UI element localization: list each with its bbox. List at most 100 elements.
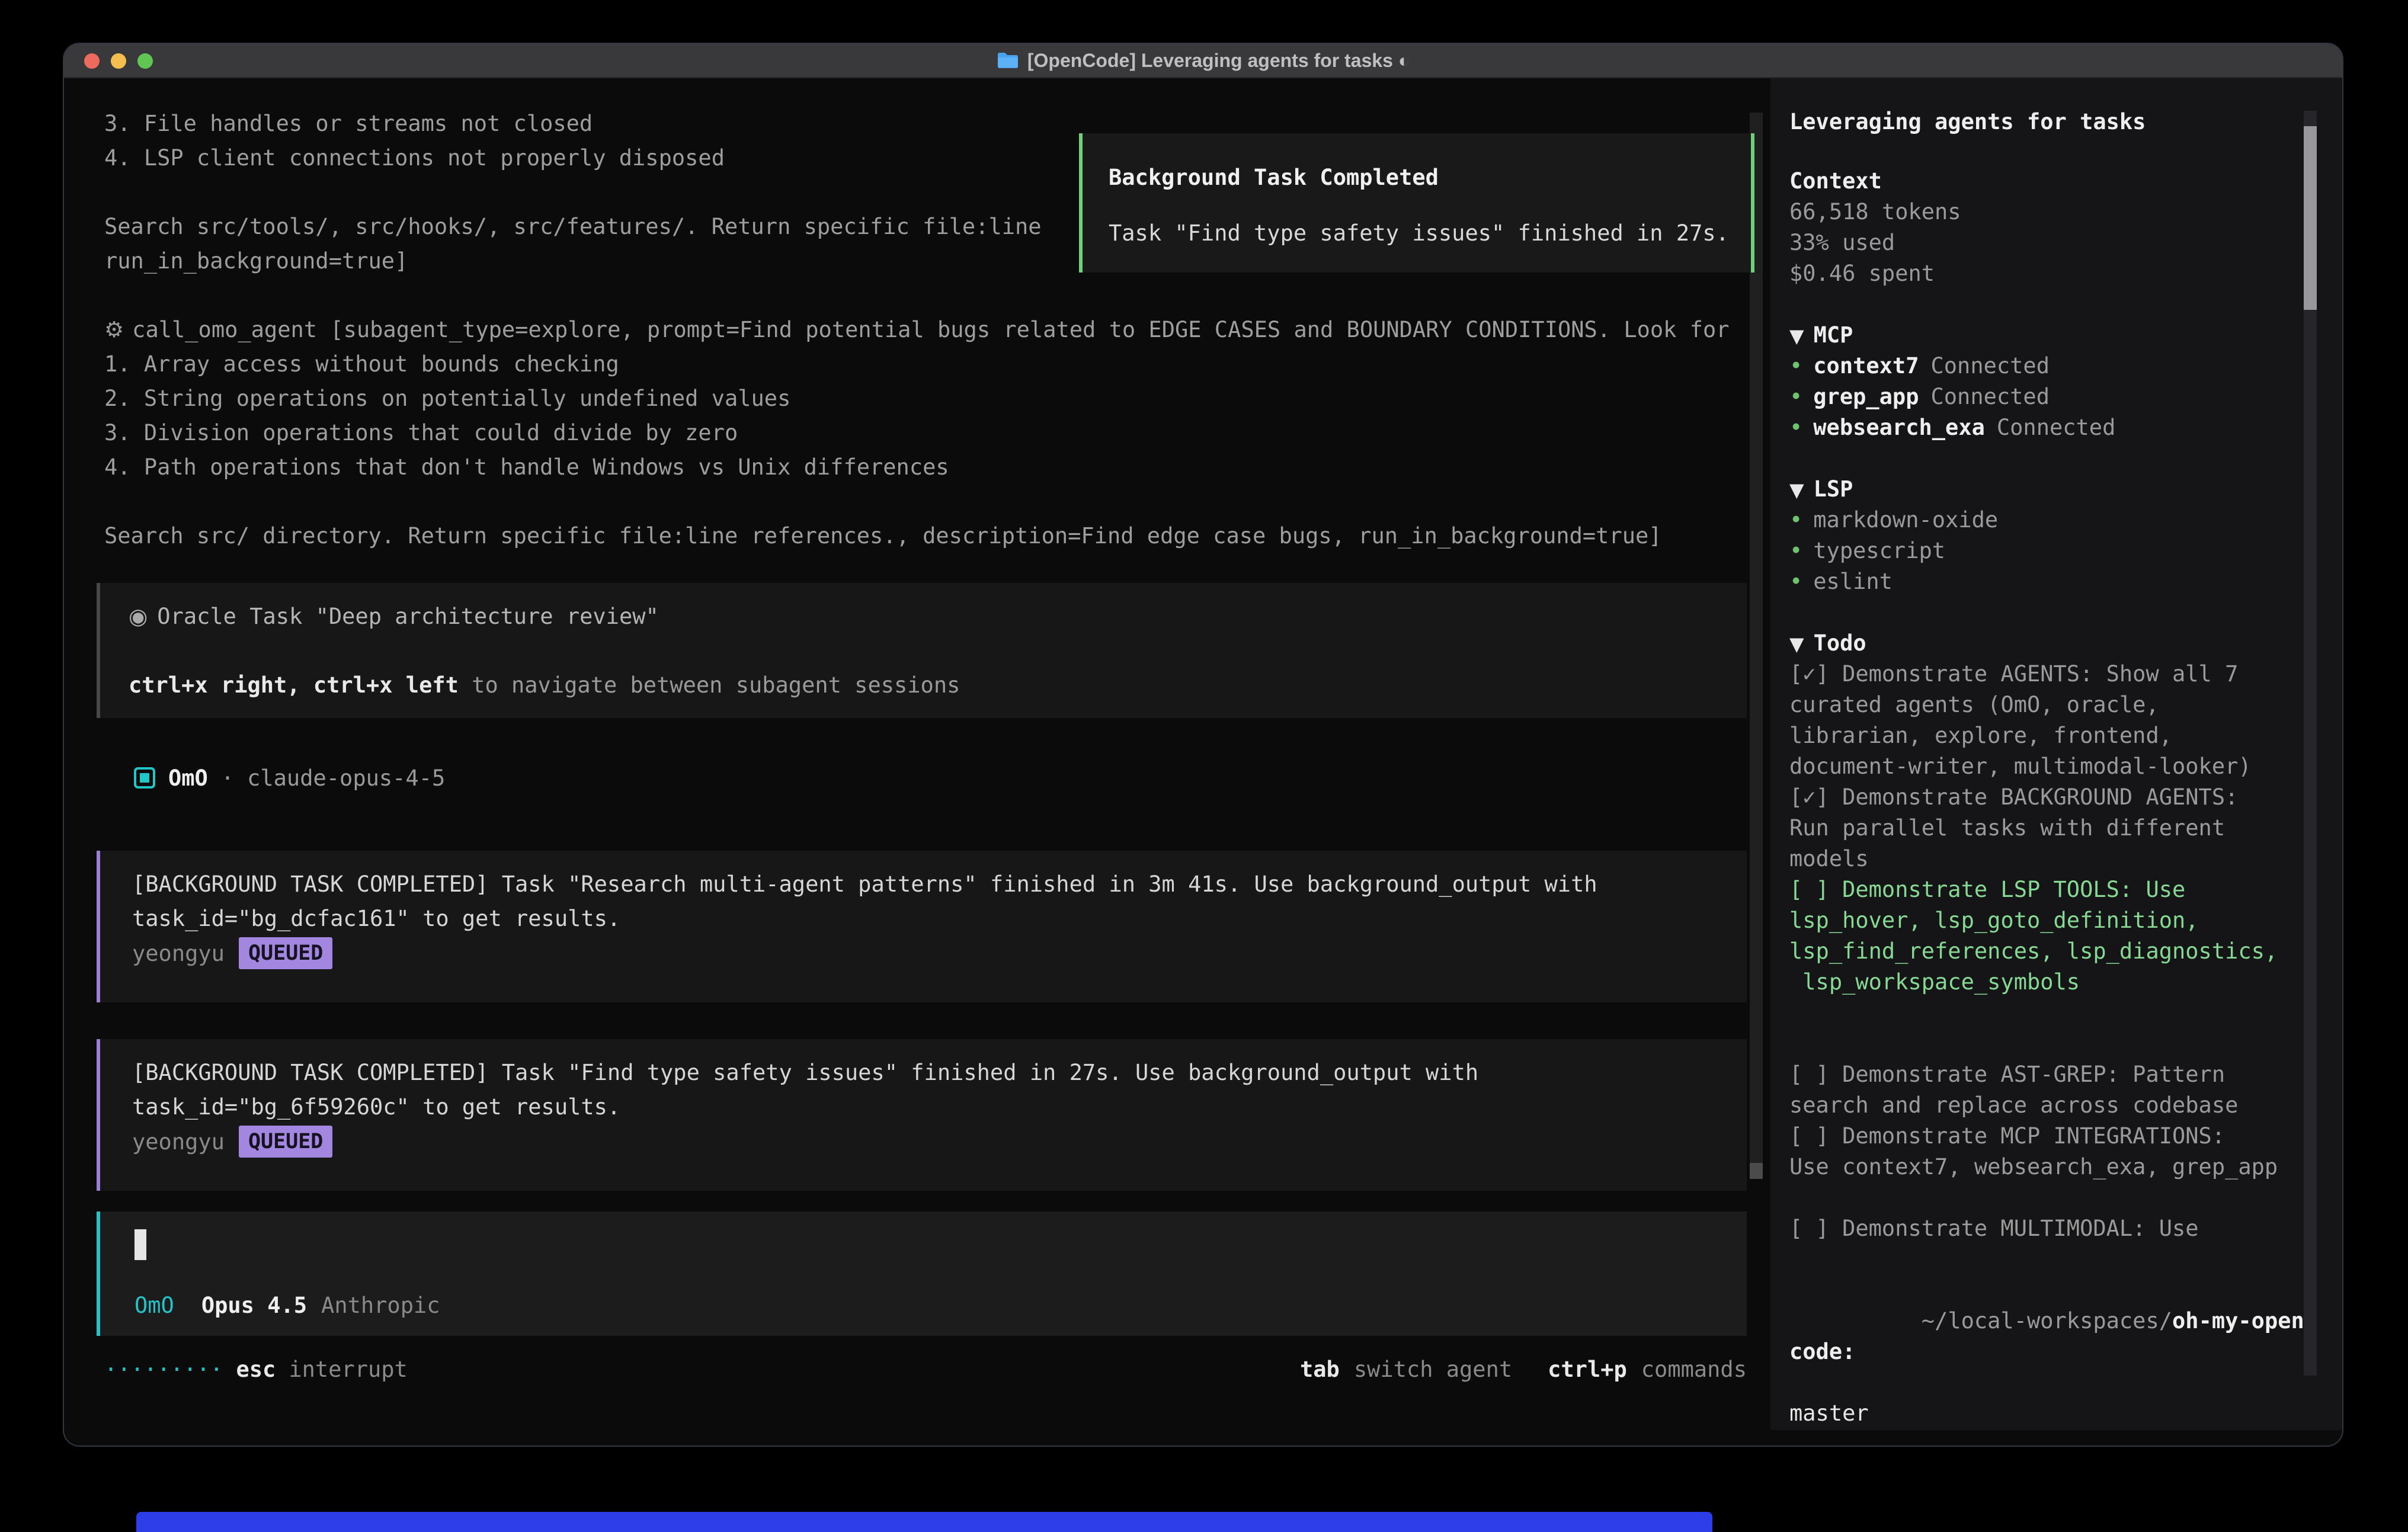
mcp-name: context7 <box>1813 353 1919 379</box>
log-line-blank <box>104 485 1770 519</box>
mcp-status: Connected <box>1931 353 2050 379</box>
lsp-item: • typescript <box>1789 536 2342 566</box>
task-line-1: [BACKGROUND TASK COMPLETED] Task "Resear… <box>132 867 1747 902</box>
status-right: tab switch agent ctrl+p commands <box>1300 1352 1747 1387</box>
lsp-section: ▼LSP •markdown-oxide • typescript • eslint <box>1789 474 2342 597</box>
task-line-2: task_id="bg_6f59260c" to get results. <box>132 1090 1747 1124</box>
mcp-section: ▼MCP • context7 Connected • grep_app Connect… <box>1789 320 2342 443</box>
todo-section: ▼Todo [✓] Demonstrate AGENTS: Show all 7… <box>1789 628 2342 1244</box>
agent-header: OmO · claude-opus-4-5 <box>134 761 1770 795</box>
todo-item-done: [✓] Demonstrate BACKGROUND AGENTS: Run p… <box>1789 782 2281 874</box>
model-name: Opus 4.5 <box>201 1293 307 1318</box>
task-user: yeongyu <box>132 941 225 966</box>
esc-key-label: interrupt <box>289 1352 407 1387</box>
todo-item-pending: [ ] Demonstrate MCP INTEGRATIONS: Use co… <box>1789 1121 2281 1182</box>
mcp-status: Connected <box>1997 415 2115 440</box>
task-meta-row: yeongyu QUEUED <box>132 1124 1747 1159</box>
tab-key-label: switch agent <box>1354 1352 1512 1387</box>
prompt-input[interactable]: OmO Opus 4.5 Anthropic <box>97 1212 1747 1336</box>
log-line: 3. Division operations that could divide… <box>104 416 1770 450</box>
traffic-lights <box>84 44 153 78</box>
log-line: Search src/ directory. Return specific f… <box>104 519 1770 553</box>
task-meta-row: yeongyu QUEUED <box>132 936 1747 970</box>
oracle-blank-line <box>129 634 1747 668</box>
todo-item-active: [ ] Demonstrate LSP TOOLS: Use lsp_hover… <box>1789 874 2281 998</box>
lsp-name: markdown-oxide <box>1813 507 1998 533</box>
activity-dots-icon: ········· <box>104 1352 223 1387</box>
sidebar-scrollbar-thumb[interactable] <box>2304 126 2317 310</box>
tab-key-hint: tab <box>1300 1352 1340 1387</box>
context-header: Context <box>1789 166 2342 197</box>
oracle-hint-keys: ctrl+x right, ctrl+x left <box>129 672 459 698</box>
status-left: ········· esc interrupt <box>104 1352 408 1387</box>
zoom-button[interactable] <box>137 53 153 69</box>
todo-item-done: [✓] Demonstrate AGENTS: Show all 7 curat… <box>1789 659 2281 782</box>
mcp-status: Connected <box>1931 384 2050 409</box>
status-dot-icon: • <box>1789 415 1802 440</box>
lsp-item: •markdown-oxide <box>1789 505 2342 536</box>
oracle-title-line: ◉ Oracle Task "Deep architecture review" <box>129 600 1747 634</box>
status-badge: QUEUED <box>239 1126 332 1158</box>
context-used: 33% used <box>1789 227 2342 258</box>
model-provider: Anthropic <box>321 1293 440 1318</box>
mcp-item: •grep_appConnected <box>1789 382 2342 412</box>
context-spent: $0.46 spent <box>1789 258 2342 289</box>
task-line-2: task_id="bg_dcfac161" to get results. <box>132 902 1747 936</box>
oracle-title: Oracle Task "Deep architecture review" <box>157 604 658 629</box>
minimize-button[interactable] <box>111 53 126 69</box>
workspace-path: ~/local-workspaces/oh-my-opencode: maste… <box>1789 1275 2311 1446</box>
background-task-card: [BACKGROUND TASK COMPLETED] Task "Find t… <box>97 1039 1747 1191</box>
close-button[interactable] <box>84 53 100 69</box>
chevron-down-icon: ▼ <box>1789 479 1804 501</box>
session-sidebar: Leveraging agents for tasks Context 66,5… <box>1770 78 2342 1430</box>
lsp-item: • eslint <box>1789 566 2342 597</box>
agent-model: claude-opus-4-5 <box>247 765 445 791</box>
titlebar[interactable]: [OpenCode] Leveraging agents for tasks ◐ <box>64 44 2342 78</box>
lsp-name: typescript <box>1813 538 1945 563</box>
todo-header[interactable]: ▼Todo <box>1789 628 2342 659</box>
context-section: Context 66,518 tokens 33% used $0.46 spe… <box>1789 166 2342 289</box>
window-title: [OpenCode] Leveraging agents for tasks ◐ <box>997 50 1410 72</box>
chevron-down-icon: ▼ <box>1789 633 1804 655</box>
window-body: 3. File handles or streams not closed 4.… <box>64 78 2342 1430</box>
lsp-name: eslint <box>1813 569 1893 594</box>
toast-title: Background Task Completed <box>1109 161 1751 195</box>
mcp-header[interactable]: ▼MCP <box>1789 320 2342 351</box>
chevron-down-icon: ▼ <box>1789 325 1804 347</box>
esc-key-hint: esc <box>236 1352 276 1387</box>
status-dot-icon: • <box>1789 353 1802 379</box>
agent-square-icon <box>134 767 155 789</box>
status-dot-icon: • <box>1789 538 1802 563</box>
status-bar: ········· esc interrupt tab switch agent… <box>104 1352 1747 1387</box>
log-line-blank <box>104 278 1770 313</box>
session-title: Leveraging agents for tasks <box>1789 107 2342 137</box>
oracle-hint-rest: to navigate between subagent sessions <box>459 672 960 698</box>
workspace-branch: master <box>1789 1398 2311 1429</box>
mcp-name: grep_app <box>1813 384 1919 409</box>
todo-item-pending: [ ] Demonstrate AST-GREP: Pattern search… <box>1789 1059 2281 1121</box>
model-row: OmO Opus 4.5 Anthropic <box>135 1290 1747 1321</box>
mcp-name: websearch_exa <box>1813 415 1985 440</box>
chat-pane[interactable]: 3. File handles or streams not closed 4.… <box>64 78 1770 1430</box>
background-window-strip <box>136 1512 1712 1532</box>
chat-scrollbar-thumb[interactable] <box>1750 1163 1763 1179</box>
task-line-1: [BACKGROUND TASK COMPLETED] Task "Find t… <box>132 1056 1747 1090</box>
toast-body: Task "Find type safety issues" finished … <box>1109 216 1751 251</box>
window-title-text: [OpenCode] Leveraging agents for tasks ◐ <box>1027 50 1410 72</box>
lsp-header[interactable]: ▼LSP <box>1789 474 2342 505</box>
agent-separator: · <box>221 765 234 791</box>
status-dot-icon: • <box>1789 569 1802 594</box>
desktop: [OpenCode] Leveraging agents for tasks ◐… <box>0 0 2408 1532</box>
task-user: yeongyu <box>132 1129 225 1155</box>
gear-icon: ⚙ <box>104 317 124 342</box>
sidebar-scrollbar[interactable] <box>2304 111 2317 1376</box>
log-line: 2. String operations on potentially unde… <box>104 382 1770 416</box>
log-line: 1. Array access without bounds checking <box>104 347 1770 382</box>
background-task-card: [BACKGROUND TASK COMPLETED] Task "Resear… <box>97 851 1747 1002</box>
tool-call-line: ⚙call_omo_agent [subagent_type=explore, … <box>104 313 1770 347</box>
oracle-icon: ◉ <box>129 604 148 629</box>
log-line: 4. Path operations that don't handle Win… <box>104 450 1770 485</box>
opencode-window: [OpenCode] Leveraging agents for tasks ◐… <box>64 44 2342 1446</box>
chat-scrollbar[interactable] <box>1750 113 1763 1179</box>
text-cursor <box>135 1229 146 1260</box>
